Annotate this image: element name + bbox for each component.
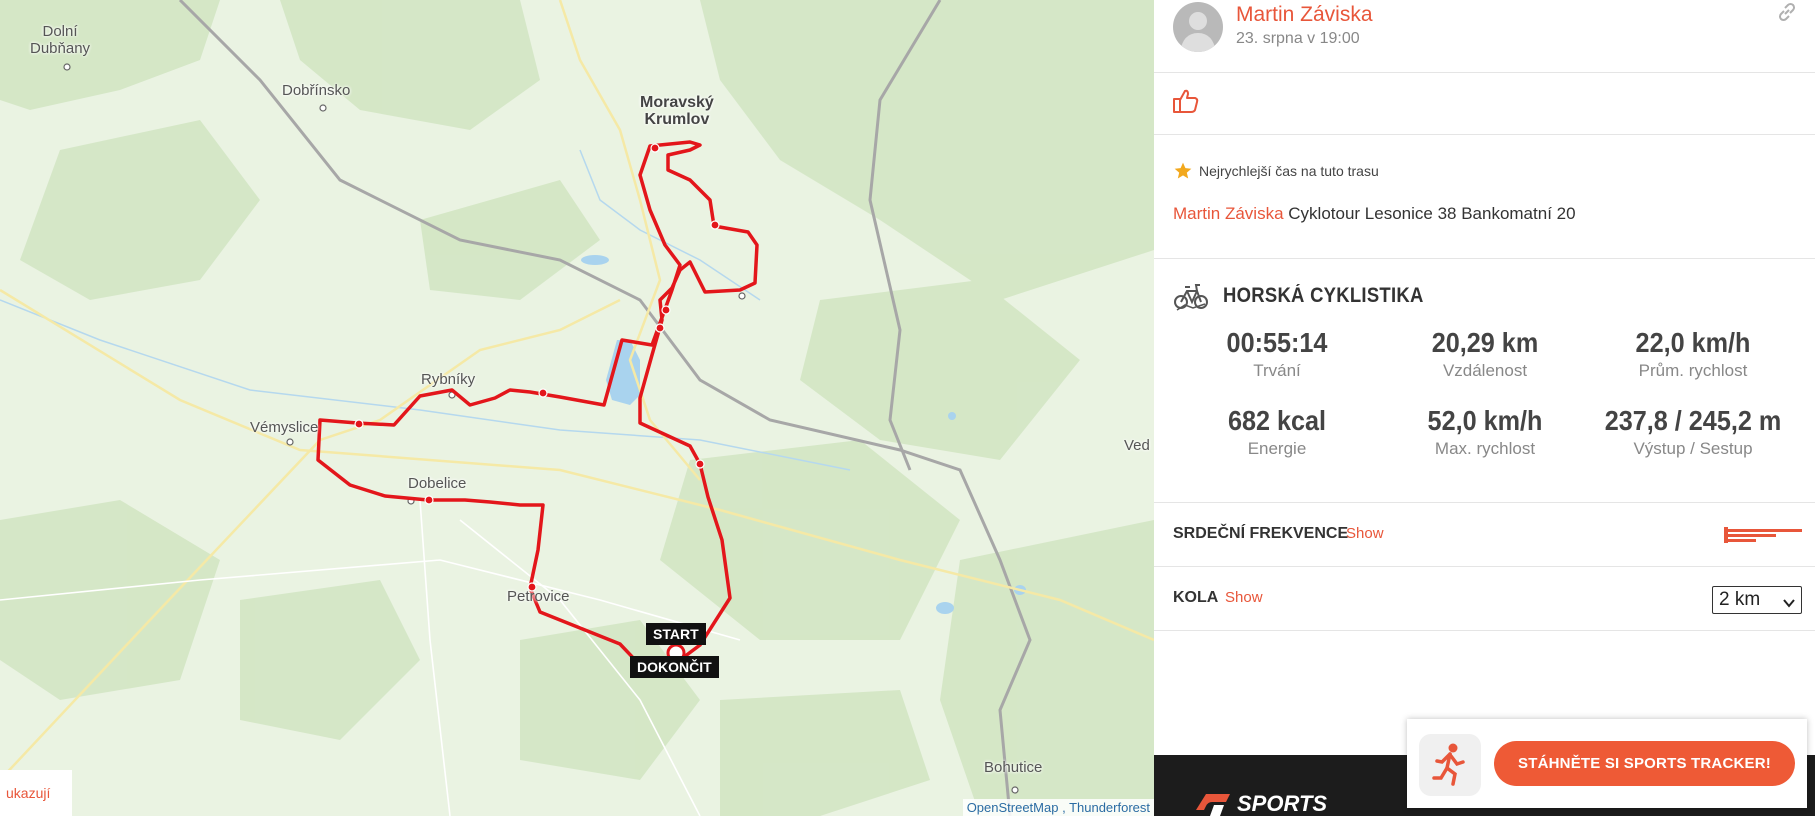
user-name-link[interactable]: Martin Záviska (1236, 3, 1373, 27)
sports-tracker-logo-icon (1194, 792, 1234, 816)
stat-distance: 20,29 km Vzdálenost (1380, 327, 1590, 381)
brand-name: SPORTS (1237, 791, 1328, 816)
post-date: 23. srpna v 19:00 (1236, 30, 1360, 47)
heart-rate-show-link[interactable]: Show (1346, 525, 1384, 542)
map-label-petrovice: Petrovice (507, 588, 570, 605)
stat-ascent-descent: 237,8 / 245,2 m Výstup / Sestup (1588, 405, 1798, 459)
stat-value: 682 kcal (1227, 405, 1327, 436)
stat-label: Prům. rychlost (1638, 361, 1748, 380)
heart-rate-section: SRDEČNÍ FREKVENCE Show (1154, 503, 1815, 567)
route-record-line: Martin Záviska Cyklotour Lesonice 38 Ban… (1173, 204, 1576, 224)
download-app-button[interactable]: STÁHNĚTE SI SPORTS TRACKER! (1494, 741, 1795, 786)
reaction-row (1154, 72, 1815, 135)
chevron-down-icon (1782, 592, 1796, 618)
map-label-rybniky: Rybníky (421, 371, 476, 388)
stat-value: 20,29 km (1431, 327, 1539, 358)
route-user-link[interactable]: Martin Záviska (1173, 204, 1284, 223)
stat-avg-speed: 22,0 km/h Prům. rychlost (1588, 327, 1798, 381)
heart-rate-title: SRDEČNÍ FREKVENCE (1173, 525, 1349, 542)
stat-label: Max. rychlost (1434, 439, 1536, 458)
post-header: Martin Záviska 23. srpna v 19:00 (1154, 0, 1815, 73)
laps-section: KOLA Show 2 km (1154, 567, 1815, 631)
map-label-dolni-dubnany: Dolní Dubňany (30, 23, 91, 57)
star-icon (1173, 161, 1193, 186)
finish-marker-label: DOKONČIT (630, 656, 719, 678)
avatar[interactable] (1173, 2, 1223, 52)
laps-show-link[interactable]: Show (1225, 589, 1263, 606)
link-icon[interactable] (1775, 0, 1799, 29)
stat-duration: 00:55:14 Trvání (1172, 327, 1382, 381)
stat-label: Trvání (1253, 361, 1301, 380)
route-name[interactable]: Cyklotour Lesonice 38 Bankomatní 20 (1288, 204, 1575, 223)
achievement-section: Nejrychlejší čas na tuto trasu Martin Zá… (1154, 135, 1815, 259)
map-label-ved: Ved (1124, 437, 1150, 454)
stat-label: Vzdálenost (1442, 361, 1528, 380)
map-label-moravsky-krumlov: Moravský Krumlov (640, 94, 714, 128)
map-label-vemyslice: Vémyslice (250, 419, 319, 436)
fastest-time-text: Nejrychlejší čas na tuto trasu (1199, 163, 1379, 179)
thumbs-up-icon[interactable] (1171, 86, 1201, 121)
heart-rate-zones-icon (1724, 525, 1802, 550)
map-label-dobrinsko: Dobřínsko (282, 82, 351, 99)
route-path (316, 140, 759, 677)
start-marker-label: START (646, 623, 706, 645)
app-icon (1419, 734, 1481, 796)
stat-value: 22,0 km/h (1635, 327, 1751, 358)
map-label-bohutice: Bohutice (984, 759, 1043, 776)
activity-panel: Martin Záviska 23. srpna v 19:00 Nejrych… (1154, 0, 1815, 816)
stat-value: 00:55:14 (1226, 327, 1328, 358)
map-toggle-button[interactable]: ukazují (0, 770, 72, 816)
map-attribution[interactable]: OpenStreetMap , Thunderforest (962, 799, 1154, 816)
lap-distance-select[interactable]: 2 km (1712, 586, 1802, 614)
activity-summary: HORSKÁ CYKLISTIKA 00:55:14 Trvání 20,29 … (1154, 259, 1815, 503)
user-silhouette-icon (1180, 12, 1216, 52)
mountain-bike-icon (1173, 277, 1209, 318)
stat-value: 237,8 / 245,2 m (1604, 405, 1782, 436)
runner-icon (1432, 743, 1465, 786)
laps-title: KOLA (1173, 589, 1219, 606)
stat-label: Výstup / Sestup (1633, 439, 1753, 458)
app-download-promo: STÁHNĚTE SI SPORTS TRACKER! (1407, 719, 1807, 808)
stat-label: Energie (1247, 439, 1307, 458)
stat-max-speed: 52,0 km/h Max. rychlost (1380, 405, 1590, 459)
lap-distance-value: 2 km (1719, 589, 1761, 610)
stat-value: 52,0 km/h (1427, 405, 1543, 436)
activity-type: HORSKÁ CYKLISTIKA (1223, 284, 1424, 307)
map-label-dobelice: Dobelice (408, 475, 467, 492)
route-map[interactable]: Dolní Dubňany Dobřínsko Moravský Krumlov R… (0, 0, 1154, 816)
stat-energy: 682 kcal Energie (1172, 405, 1382, 459)
